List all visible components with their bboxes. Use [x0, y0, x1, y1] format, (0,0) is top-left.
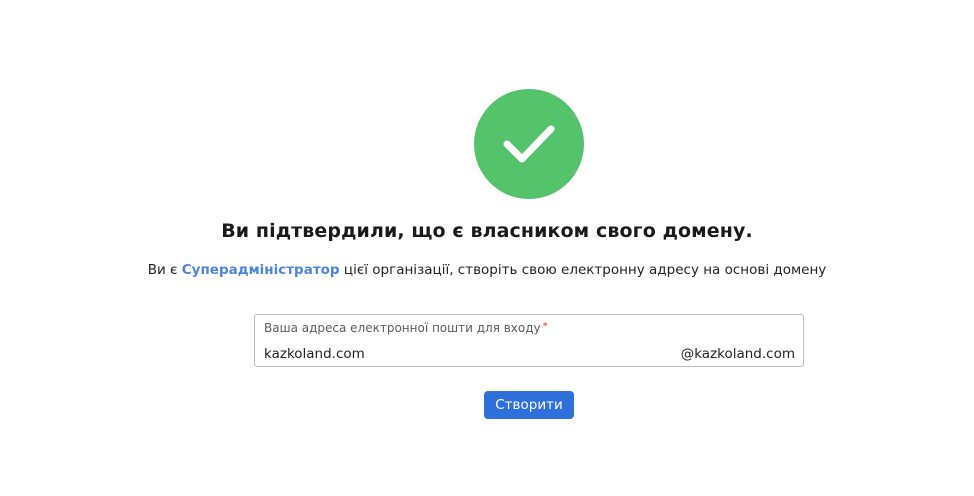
subtitle-suffix: цієї організації, створіть свою електрон…	[339, 262, 827, 278]
subtitle-prefix: Ви є	[147, 262, 182, 278]
required-mark: *	[542, 321, 548, 332]
page-title: Ви підтвердили, що є власником свого дом…	[221, 220, 753, 242]
subtitle: Ви є Суперадміністратор цієї організації…	[0, 262, 974, 278]
email-field-label: Ваша адреса електронної пошти для входу *	[264, 321, 548, 335]
role-name: Суперадміністратор	[181, 262, 340, 278]
success-badge	[474, 89, 584, 199]
domain-suffix: @kazkoland.com	[680, 346, 795, 362]
create-button[interactable]: Створити	[484, 391, 574, 419]
email-field-label-text: Ваша адреса електронної пошти для входу	[264, 321, 541, 335]
login-email-field[interactable]: Ваша адреса електронної пошти для входу *…	[254, 314, 804, 367]
email-input[interactable]	[264, 344, 664, 364]
domain-verified-page: Ви підтвердили, що є власником свого дом…	[0, 0, 974, 496]
checkmark-icon	[503, 125, 555, 163]
